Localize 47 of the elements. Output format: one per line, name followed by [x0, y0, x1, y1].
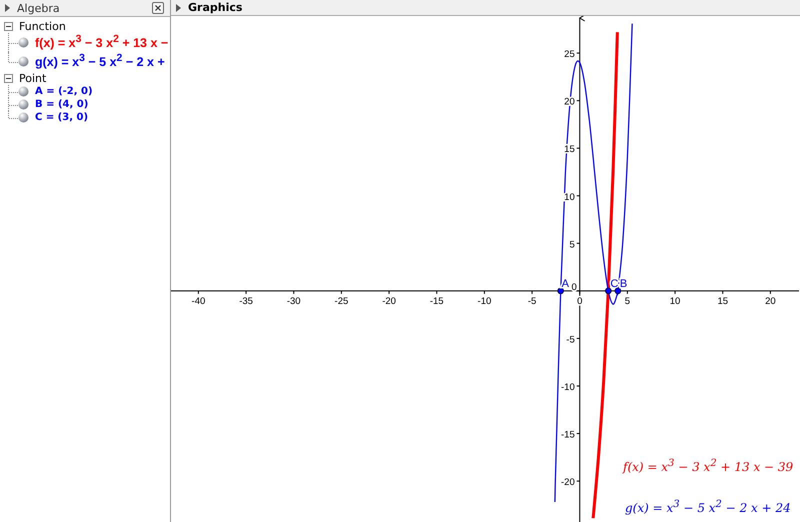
panel-title: Algebra	[17, 2, 60, 14]
algebra-entry[interactable]: C = (3, 0)	[35, 112, 88, 123]
point-label: B	[620, 278, 628, 290]
x-tick-label: 15	[717, 296, 728, 307]
panel-title: Graphics	[188, 1, 242, 14]
algebra-entry[interactable]: f(x) = x$^{3}$ − 3 x$^{2}$ + 13 x −	[35, 34, 168, 51]
y-tick-label: -5	[566, 334, 575, 346]
collapse-icon[interactable]	[4, 22, 13, 30]
point-marker[interactable]	[557, 288, 564, 294]
function-curve[interactable]	[592, 32, 619, 518]
y-tick-label: 25	[564, 49, 575, 60]
x-tick-label: -10	[478, 296, 492, 307]
formula-label[interactable]: f(x) = x$^{3}$ − 3 x$^{2}$ + 13 x − 39	[623, 458, 794, 474]
formula-label[interactable]: g(x) = x$^{3}$ − 5 x$^{2}$ − 2 x + 24	[625, 499, 791, 515]
x-tick-label: 10	[670, 296, 680, 307]
point-marker[interactable]	[614, 288, 622, 294]
x-tick-label: -35	[239, 296, 253, 307]
close-icon[interactable]	[152, 2, 164, 14]
point-label: C	[610, 278, 618, 290]
x-tick-label: 5	[624, 296, 630, 307]
triangle-icon[interactable]	[5, 4, 10, 12]
algebra-entry[interactable]: g(x) = x$^{3}$ − 5 x$^{2}$ − 2 x +	[35, 53, 165, 70]
x-tick-label: 20	[765, 296, 776, 307]
y-tick-label: -15	[561, 430, 575, 441]
x-tick-label: -30	[286, 296, 301, 307]
x-tick-label: -5	[528, 296, 536, 307]
sphere-icon[interactable]	[18, 99, 29, 110]
group-label[interactable]: Function	[19, 20, 66, 32]
point-marker[interactable]	[605, 288, 612, 294]
sphere-icon[interactable]	[18, 86, 29, 97]
group-label[interactable]: Point	[19, 72, 46, 84]
y-tick-label: -20	[561, 477, 575, 488]
x-tick-label: -20	[382, 296, 396, 307]
sphere-icon[interactable]	[18, 112, 29, 123]
point-label: A	[562, 278, 570, 290]
algebra-entry[interactable]: A = (-2, 0)	[35, 86, 93, 97]
y-tick-label: 0	[571, 282, 577, 293]
collapse-icon[interactable]	[4, 74, 13, 82]
triangle-icon[interactable]	[176, 4, 181, 12]
sphere-icon[interactable]	[18, 56, 29, 67]
y-tick-label: 5	[569, 239, 575, 250]
x-tick-label: -25	[334, 296, 348, 307]
y-tick-label: -10	[561, 382, 575, 393]
algebra-entry[interactable]: B = (4, 0)	[35, 99, 88, 110]
x-tick-label: -40	[192, 296, 206, 307]
x-tick-label: -15	[430, 296, 444, 307]
sphere-icon[interactable]	[18, 37, 29, 48]
